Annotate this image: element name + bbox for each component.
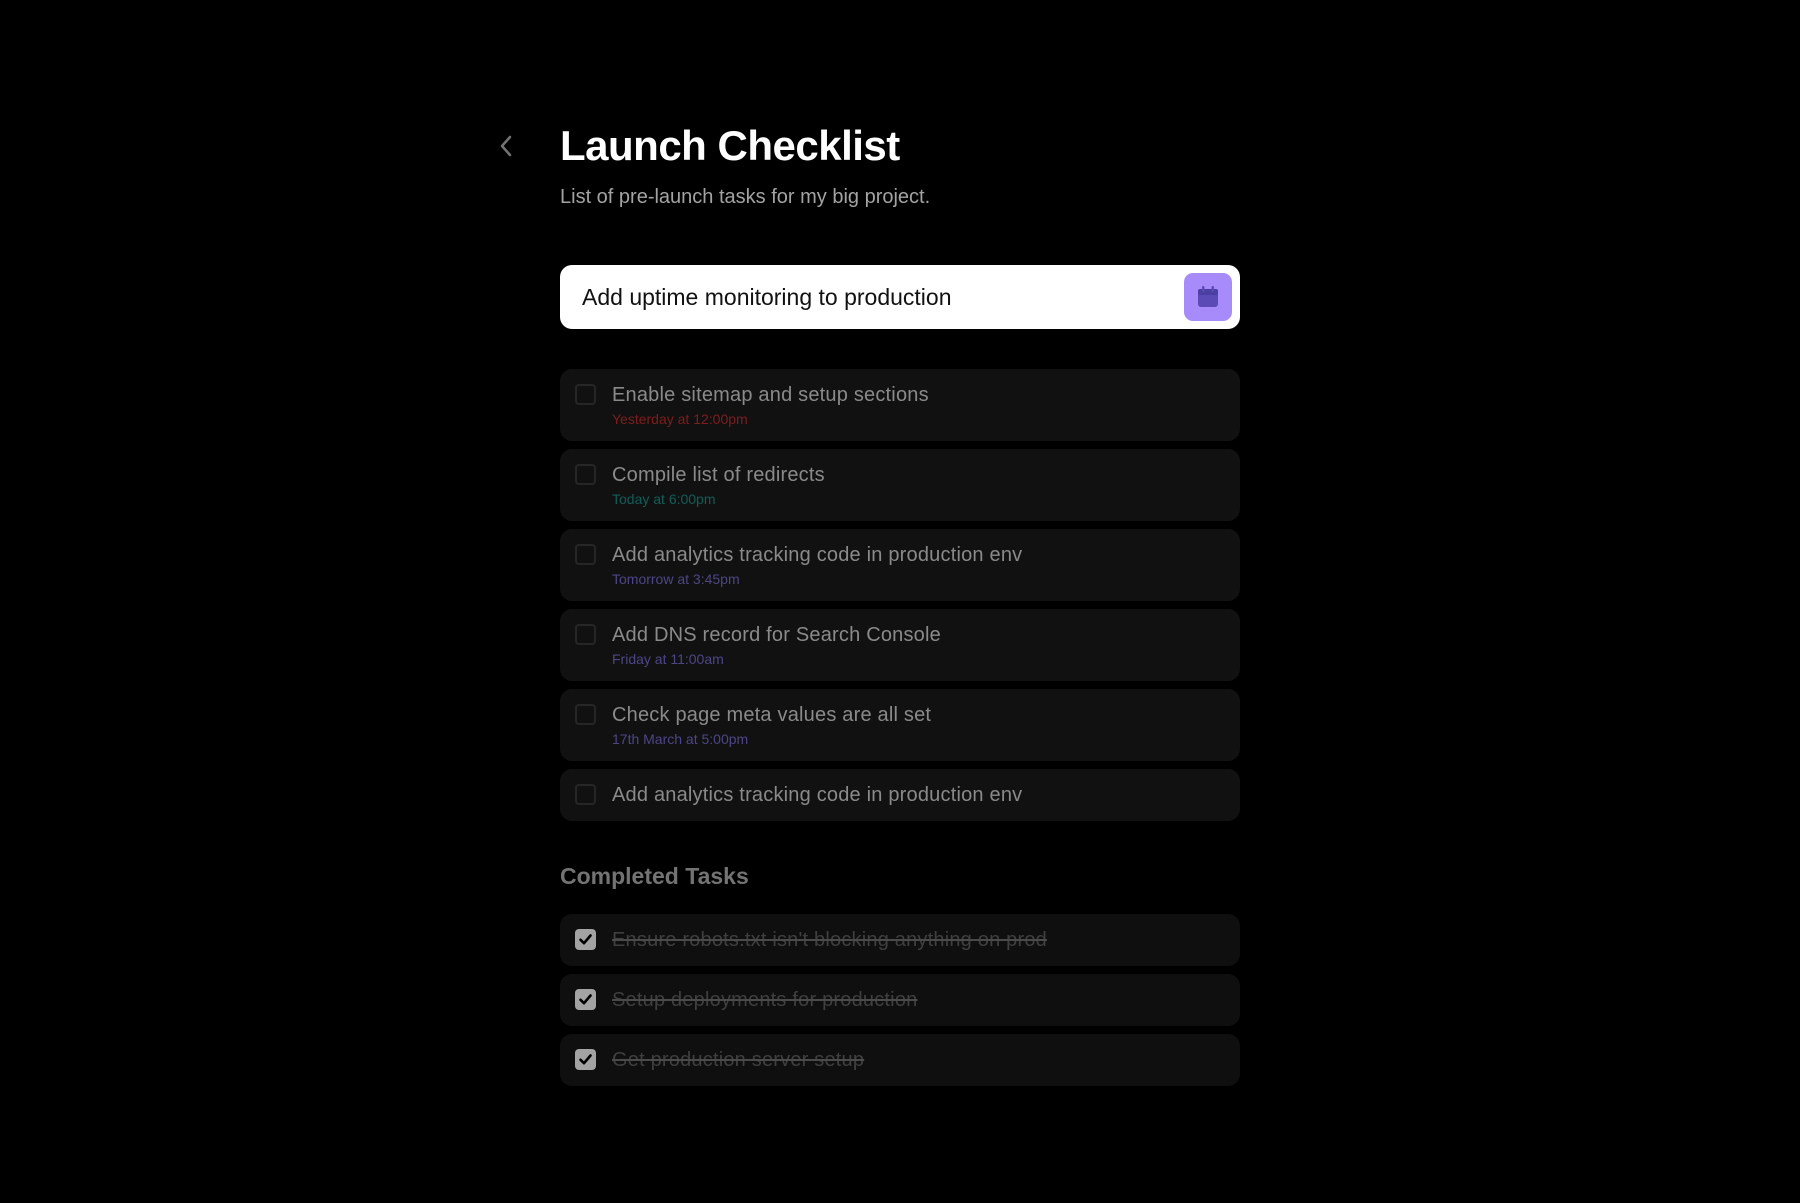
- task-checkbox[interactable]: [575, 704, 596, 725]
- completed-task-title: Setup deployments for production: [612, 989, 918, 1011]
- task-checkbox[interactable]: [575, 464, 596, 485]
- task-due-date: Tomorrow at 3:45pm: [612, 571, 740, 587]
- task-checkbox[interactable]: [575, 784, 596, 805]
- task-checkbox[interactable]: [575, 624, 596, 645]
- task-item[interactable]: Check page meta values are all set 17th …: [560, 689, 1240, 761]
- task-list: Enable sitemap and setup sections Yester…: [560, 369, 1240, 829]
- task-checkbox-checked[interactable]: [575, 929, 596, 950]
- task-title: Enable sitemap and setup sections: [612, 384, 929, 406]
- checkmark-icon: [579, 994, 592, 1005]
- page-subtitle: List of pre-launch tasks for my big proj…: [560, 186, 931, 208]
- checkmark-icon: [579, 934, 592, 945]
- task-due-date: Today at 6:00pm: [612, 491, 716, 507]
- new-task-field: [560, 265, 1240, 329]
- task-title: Add analytics tracking code in productio…: [612, 544, 1023, 566]
- completed-task-item[interactable]: Ensure robots.txt isn't blocking anythin…: [560, 914, 1240, 966]
- task-title: Add DNS record for Search Console: [612, 624, 941, 646]
- completed-task-title: Get production server setup: [612, 1049, 865, 1071]
- back-button[interactable]: [488, 128, 524, 164]
- task-item[interactable]: Add analytics tracking code in productio…: [560, 769, 1240, 821]
- task-item[interactable]: Compile list of redirects Today at 6:00p…: [560, 449, 1240, 521]
- chevron-left-icon: [500, 135, 512, 157]
- completed-task-item[interactable]: Setup deployments for production: [560, 974, 1240, 1026]
- task-checkbox[interactable]: [575, 384, 596, 405]
- task-due-date: 17th March at 5:00pm: [612, 731, 749, 747]
- task-title: Check page meta values are all set: [612, 704, 932, 726]
- task-checkbox-checked[interactable]: [575, 1049, 596, 1070]
- task-due-date: Friday at 11:00am: [612, 651, 724, 667]
- calendar-icon: [1198, 286, 1218, 307]
- new-task-input[interactable]: [560, 265, 1160, 329]
- completed-task-title: Ensure robots.txt isn't blocking anythin…: [612, 929, 1047, 951]
- checkmark-icon: [579, 1054, 592, 1065]
- task-title: Add analytics tracking code in productio…: [612, 784, 1023, 806]
- task-item[interactable]: Add DNS record for Search Console Friday…: [560, 609, 1240, 681]
- task-checkbox[interactable]: [575, 544, 596, 565]
- task-checkbox-checked[interactable]: [575, 989, 596, 1010]
- task-due-date: Yesterday at 12:00pm: [612, 411, 748, 427]
- set-date-button[interactable]: [1184, 273, 1232, 321]
- task-title: Compile list of redirects: [612, 464, 825, 486]
- completed-task-item[interactable]: Get production server setup: [560, 1034, 1240, 1086]
- task-item[interactable]: Enable sitemap and setup sections Yester…: [560, 369, 1240, 441]
- task-item[interactable]: Add analytics tracking code in productio…: [560, 529, 1240, 601]
- completed-tasks-heading: Completed Tasks: [560, 863, 749, 889]
- completed-task-list: Ensure robots.txt isn't blocking anythin…: [560, 914, 1240, 1094]
- page-title: Launch Checklist: [560, 122, 900, 169]
